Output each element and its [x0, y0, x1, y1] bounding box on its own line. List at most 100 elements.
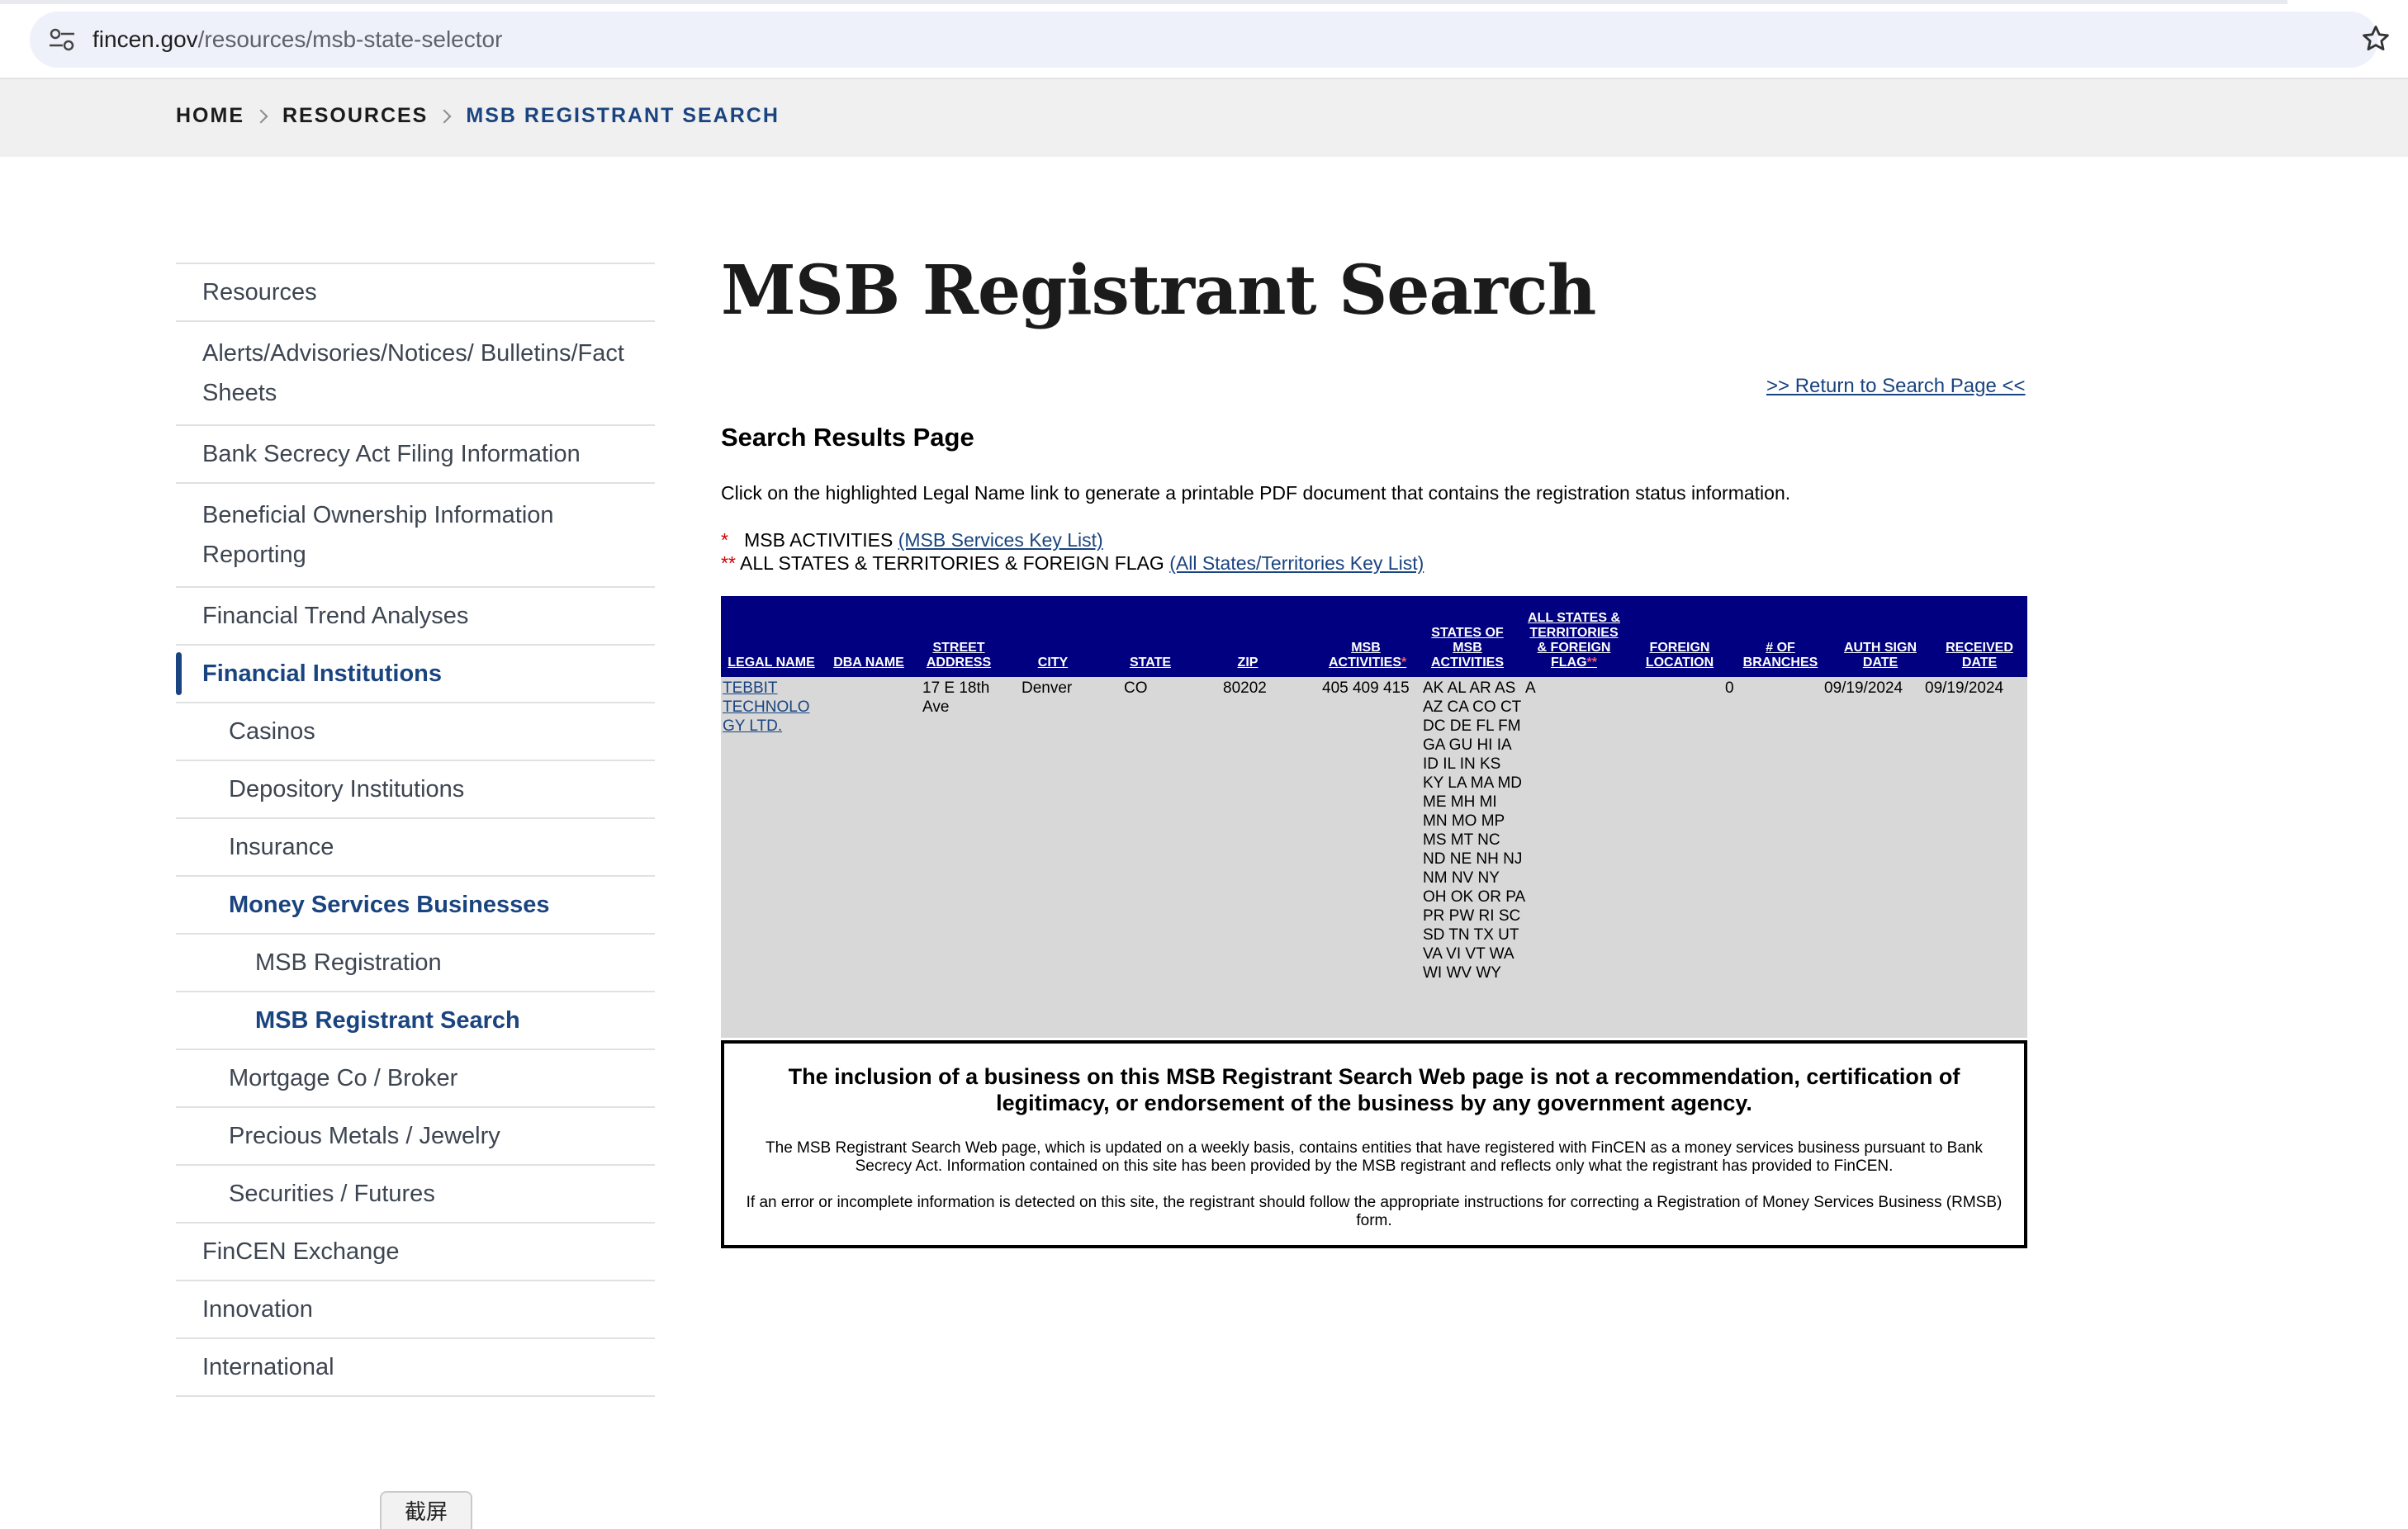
- col-zip[interactable]: ZIP: [1208, 656, 1287, 670]
- sidebar-item-label: Resources: [202, 279, 317, 305]
- sidebar-item-depository[interactable]: Depository Institutions: [176, 761, 655, 819]
- col-states-of-msb[interactable]: STATES OF MSB ACTIVITIES: [1428, 626, 1507, 670]
- page-load-progress: [0, 0, 2287, 4]
- sidebar-item-label: Money Services Businesses: [229, 892, 550, 918]
- legend-all-states: ** ALL STATES & TERRITORIES & FOREIGN FL…: [721, 551, 1424, 575]
- disclaimer-paragraph-1: The MSB Registrant Search Web page, whic…: [766, 1139, 1983, 1175]
- results-heading: Search Results Page: [721, 423, 974, 452]
- sidebar-item-boi-reporting[interactable]: Beneficial Ownership Information Reporti…: [176, 484, 655, 588]
- sidebar-item-msb[interactable]: Money Services Businesses: [176, 877, 655, 935]
- col-msb-activities-label: MSB ACTIVITIES: [1329, 641, 1402, 670]
- screenshot-capture-button[interactable]: 截屏: [380, 1491, 472, 1529]
- legend-msb-label: MSB ACTIVITIES: [744, 529, 894, 551]
- sidebar-item-mortgage[interactable]: Mortgage Co / Broker: [176, 1050, 655, 1108]
- breadcrumb-home[interactable]: HOME: [176, 104, 244, 128]
- breadcrumb-current: MSB REGISTRANT SEARCH: [466, 104, 780, 127]
- sidebar-item-label: Insurance: [229, 834, 334, 860]
- cell-auth-sign-date: 09/19/2024: [1824, 679, 1903, 697]
- bookmark-star-icon[interactable]: [2360, 23, 2391, 54]
- sidebar-item-label: Alerts/Advisories/Notices/ Bulletins/Fac…: [202, 340, 624, 406]
- cell-branches: 0: [1725, 679, 1734, 697]
- sidebar-item-label: Mortgage Co / Broker: [229, 1065, 458, 1091]
- sidebar-item-trend-analyses[interactable]: Financial Trend Analyses: [176, 588, 655, 646]
- col-received-date[interactable]: RECEIVED DATE: [1936, 641, 2022, 670]
- states-key-link[interactable]: (All States/Territories Key List): [1169, 552, 1424, 574]
- browser-toolbar: fincen.gov/resources/msb-state-selector: [0, 0, 2408, 79]
- cell-city: Denver: [1022, 679, 1073, 697]
- asterisk-marker: *: [721, 529, 728, 551]
- address-bar[interactable]: fincen.gov/resources/msb-state-selector: [30, 12, 2378, 68]
- sidebar-item-label: Beneficial Ownership Information Reporti…: [202, 502, 554, 568]
- cell-received-date: 09/19/2024: [1925, 679, 2004, 697]
- sidebar-item-label: Financial Trend Analyses: [202, 603, 469, 629]
- sidebar-item-label: MSB Registration: [255, 949, 442, 976]
- results-table: LEGAL NAME DBA NAME STREET ADDRESS CITY …: [721, 596, 2027, 1038]
- legend-states-label: ALL STATES & TERRITORIES & FOREIGN FLAG: [740, 552, 1164, 574]
- cell-legal-name: TEBBIT TECHNOLO GY LTD.: [723, 679, 823, 736]
- col-all-states-asterisk: **: [1586, 656, 1597, 670]
- col-foreign-location[interactable]: FOREIGN LOCATION: [1636, 641, 1723, 670]
- cell-all-states: A: [1525, 679, 1536, 697]
- cell-states-of-msb: AK AL AR AS AZ CA CO CT DC DE FL FM GA G…: [1423, 679, 1525, 982]
- sidebar-item-financial-institutions[interactable]: Financial Institutions: [176, 646, 655, 703]
- col-msb-asterisk: *: [1401, 656, 1407, 670]
- sidebar-item-label: Precious Metals / Jewelry: [229, 1123, 500, 1149]
- site-settings-icon[interactable]: [48, 28, 76, 51]
- col-city[interactable]: CITY: [1012, 656, 1094, 670]
- instructions-text: Click on the highlighted Legal Name link…: [721, 482, 1791, 504]
- double-asterisk-marker: **: [721, 552, 736, 574]
- main-content: MSB Registrant Search >> Return to Searc…: [721, 248, 2027, 1248]
- sidebar-item-label: International: [202, 1354, 334, 1380]
- msb-services-key-link[interactable]: (MSB Services Key List): [898, 529, 1103, 551]
- breadcrumb-resources[interactable]: RESOURCES: [282, 104, 428, 128]
- col-legal-name[interactable]: LEGAL NAME: [724, 656, 818, 670]
- return-to-search-link[interactable]: >> Return to Search Page <<: [1766, 375, 2026, 398]
- cell-state: CO: [1124, 679, 1148, 697]
- col-all-states[interactable]: ALL STATES & TERRITORIES & FOREIGN FLAG*…: [1525, 611, 1623, 670]
- sidebar-item-precious-metals[interactable]: Precious Metals / Jewelry: [176, 1108, 655, 1166]
- sidebar-item-msb-registration[interactable]: MSB Registration: [176, 935, 655, 992]
- breadcrumb-bar: HOME RESOURCES MSB REGISTRANT SEARCH: [0, 79, 2408, 157]
- sidebar-item-securities[interactable]: Securities / Futures: [176, 1166, 655, 1224]
- sidebar-item-label: Depository Institutions: [229, 776, 465, 802]
- chevron-right-icon: [254, 109, 268, 123]
- cell-zip: 80202: [1223, 679, 1267, 697]
- url-host: fincen.gov: [92, 26, 198, 52]
- sidebar-item-label: Bank Secrecy Act Filing Information: [202, 441, 581, 467]
- legal-name-link[interactable]: TEBBIT TECHNOLO GY LTD.: [723, 679, 810, 735]
- col-state[interactable]: STATE: [1109, 656, 1192, 670]
- cell-street-address: 17 E 18th Ave: [922, 679, 990, 716]
- col-auth-sign-date[interactable]: AUTH SIGN DATE: [1837, 641, 1923, 670]
- sidebar-item-label: Casinos: [229, 718, 315, 745]
- col-msb-activities[interactable]: MSB ACTIVITIES*: [1329, 641, 1407, 670]
- sidebar-item-label: MSB Registrant Search: [255, 1007, 520, 1034]
- url-text[interactable]: fincen.gov/resources/msb-state-selector: [92, 25, 502, 54]
- col-branches[interactable]: # OF BRANCHES: [1737, 641, 1824, 670]
- sidebar-item-label: FinCEN Exchange: [202, 1238, 400, 1265]
- sidebar-item-label: Securities / Futures: [229, 1181, 435, 1207]
- sidebar-item-resources[interactable]: Resources: [176, 264, 655, 322]
- col-street-address[interactable]: STREET ADDRESS: [919, 641, 998, 670]
- col-dba-name[interactable]: DBA NAME: [830, 656, 908, 670]
- legend: * MSB ACTIVITIES (MSB Services Key List)…: [721, 528, 1424, 575]
- page-title: MSB Registrant Search: [721, 251, 1596, 330]
- sidebar-item-bsa-filing[interactable]: Bank Secrecy Act Filing Information: [176, 426, 655, 484]
- sidebar-item-casinos[interactable]: Casinos: [176, 703, 655, 761]
- disclaimer-heading: The inclusion of a business on this MSB …: [788, 1064, 1960, 1115]
- sidebar-nav: Resources Alerts/Advisories/Notices/ Bul…: [176, 263, 655, 1397]
- legend-msb-activities: * MSB ACTIVITIES (MSB Services Key List): [721, 528, 1424, 551]
- disclaimer-paragraph-2: If an error or incomplete information is…: [746, 1194, 2003, 1229]
- table-header: LEGAL NAME DBA NAME STREET ADDRESS CITY …: [721, 596, 2027, 677]
- sidebar-item-insurance[interactable]: Insurance: [176, 819, 655, 877]
- sidebar-item-fincen-exchange[interactable]: FinCEN Exchange: [176, 1224, 655, 1281]
- breadcrumb: HOME RESOURCES MSB REGISTRANT SEARCH: [176, 104, 780, 128]
- sidebar-item-msb-registrant-search[interactable]: MSB Registrant Search: [176, 992, 655, 1050]
- sidebar-item-alerts[interactable]: Alerts/Advisories/Notices/ Bulletins/Fac…: [176, 322, 655, 426]
- col-all-states-label: ALL STATES & TERRITORIES & FOREIGN FLAG: [1528, 611, 1620, 670]
- sidebar-item-label: Financial Institutions: [202, 660, 443, 687]
- disclaimer-box: The inclusion of a business on this MSB …: [721, 1040, 2027, 1248]
- chevron-right-icon: [437, 109, 452, 123]
- sidebar-item-label: Innovation: [202, 1296, 313, 1323]
- sidebar-item-innovation[interactable]: Innovation: [176, 1281, 655, 1339]
- sidebar-item-international[interactable]: International: [176, 1339, 655, 1397]
